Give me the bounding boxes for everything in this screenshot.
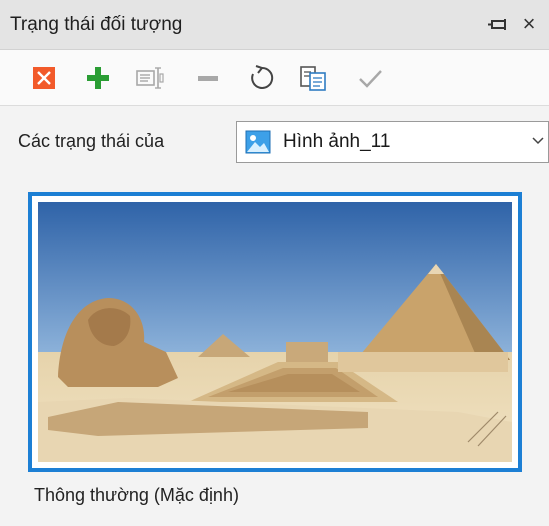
plus-icon (87, 67, 109, 89)
minus-icon (198, 76, 218, 81)
pin-icon[interactable] (486, 12, 512, 38)
states-toolbar (0, 50, 549, 106)
delete-state-button[interactable] (28, 62, 60, 94)
duplicate-icon (300, 66, 326, 91)
object-select[interactable]: Hình ảnh_11 (236, 121, 549, 163)
state-thumbnail[interactable] (28, 192, 522, 472)
apply-state-button[interactable] (354, 62, 386, 94)
close-icon[interactable]: × (518, 11, 540, 37)
delete-icon (33, 67, 55, 89)
rename-icon (136, 67, 164, 89)
state-name-label: Thông thường (Mặc định) (34, 485, 239, 505)
selected-object: Hình ảnh_11 (283, 131, 391, 152)
states-of-label: Các trạng thái của (18, 131, 165, 151)
image-icon (245, 130, 271, 154)
remove-state-button[interactable] (192, 62, 224, 94)
reset-state-button[interactable] (246, 62, 278, 94)
rename-state-button[interactable] (134, 62, 166, 94)
object-states-panel: Trạng thái đối tượng × Các trạng thái củ… (0, 0, 549, 526)
pyramids-sphinx-image (38, 202, 512, 462)
check-icon (359, 70, 382, 88)
panel-titlebar: Trạng thái đối tượng × (0, 0, 549, 50)
add-state-button[interactable] (82, 62, 114, 94)
reset-icon (251, 65, 274, 89)
panel-title: Trạng thái đối tượng (10, 14, 183, 35)
chevron-down-icon[interactable] (531, 133, 545, 147)
duplicate-state-button[interactable] (298, 62, 330, 94)
